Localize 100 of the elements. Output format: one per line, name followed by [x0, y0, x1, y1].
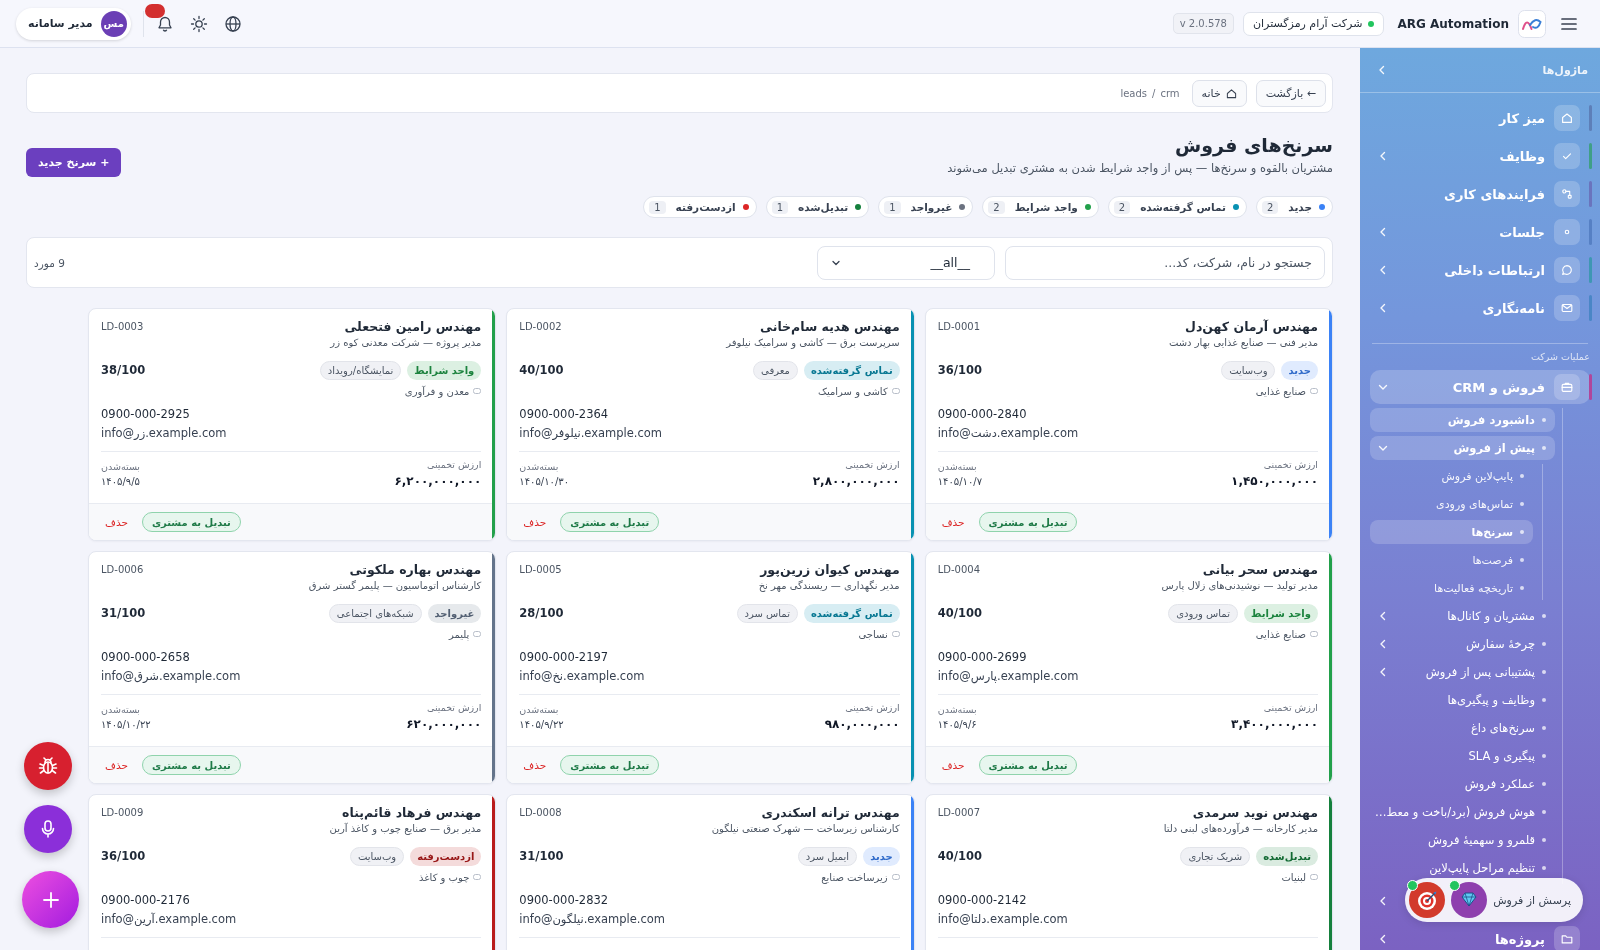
source-tag: وب‌سایت [1221, 360, 1276, 380]
breadcrumb-link[interactable]: crm [1160, 87, 1180, 99]
sidebar-subitem[interactable]: چرخهٔ سفارش [1370, 632, 1555, 656]
phone-number: 0900-000-2176 [101, 892, 190, 909]
sidebar-subitem[interactable]: پایپ‌لاین فروش [1370, 464, 1533, 488]
chevron-icon[interactable] [1378, 382, 1388, 392]
chevron-icon[interactable] [1378, 667, 1388, 677]
delete-link[interactable]: حذف [941, 516, 965, 528]
sun-icon[interactable] [189, 14, 208, 33]
lead-role: مدیر برق — صنایع چوب و کاغذ آرین [329, 823, 482, 834]
sidebar-item[interactable]: فرایندهای کاری [1370, 177, 1590, 211]
sidebar-subitem[interactable]: وظایف و پیگیری‌ها [1370, 688, 1555, 712]
sidebar-subitem[interactable]: مشتریان و کانال‌ها [1370, 604, 1555, 628]
user-menu[interactable]: مس مدیر سامانه [16, 7, 131, 40]
chevron-icon[interactable] [1378, 896, 1388, 906]
status-tag: تماس گرفته‌شده [803, 360, 900, 380]
lead-score: 36/100 [101, 849, 146, 863]
sidebar-item[interactable]: میز کار [1370, 101, 1590, 135]
lead-role: مدیر تولید — نوشیدنی‌های زلال پارس [1161, 580, 1318, 591]
convert-button[interactable]: تبدیل به مشتری [141, 755, 241, 775]
microphone-button[interactable] [24, 805, 72, 853]
sidebar-subitem[interactable]: فرصت‌ها [1370, 548, 1533, 572]
bullet-icon [1542, 642, 1546, 646]
convert-button[interactable]: تبدیل به مشتری [560, 755, 660, 775]
sidebar-subitem[interactable]: هوش فروش (برد/باخت و معط… [1370, 800, 1555, 824]
chevron-icon[interactable] [1378, 611, 1388, 621]
lead-score: 28/100 [519, 606, 564, 620]
sidebar-subitem[interactable]: تنظیم مراحل پایپ‌لاین [1370, 856, 1555, 880]
bug-report-button[interactable] [24, 742, 72, 790]
status-tag: واجد شرایط [1243, 603, 1318, 623]
chevron-icon[interactable] [1378, 265, 1388, 275]
phone-number: 0900-000-2658 [101, 649, 190, 666]
status-tag: تماس گرفته‌شده [803, 603, 900, 623]
chevron-icon[interactable] [1377, 65, 1387, 75]
ask-sales-button[interactable]: پرسش از فروش [1405, 878, 1583, 922]
sidebar-item[interactable]: پروژه‌ها [1370, 922, 1590, 950]
sidebar-item[interactable]: جلسات [1370, 215, 1590, 249]
sidebar-subitem[interactable]: سرنخ‌های داغ [1370, 716, 1555, 740]
breadcrumb-separator: / [1152, 87, 1156, 99]
industry-label: نساجی [858, 628, 888, 640]
chip-count: 1 [649, 200, 666, 214]
delete-link[interactable]: حذف [105, 516, 128, 528]
bell-icon[interactable] [155, 14, 174, 33]
sidebar-subitem[interactable]: سرنخ‌ها [1370, 520, 1533, 544]
status-tag: جدید [1281, 360, 1318, 380]
status-select[interactable]: __all__ [817, 245, 995, 280]
globe-icon[interactable] [223, 14, 242, 33]
convert-button[interactable]: تبدیل به مشتری [141, 512, 241, 532]
convert-button[interactable]: تبدیل به مشتری [560, 512, 660, 532]
chevron-icon[interactable] [1378, 303, 1388, 313]
close-date: ۱۴۰۵/۱۰/۷ [937, 475, 982, 489]
chevron-icon[interactable] [1378, 639, 1388, 649]
chevron-icon[interactable] [1378, 934, 1388, 944]
sidebar-subitem[interactable]: قلمرو و سهمیهٔ فروش [1370, 828, 1555, 852]
lead-name: مهندس هدیه سام‌خانی [760, 318, 900, 334]
new-lead-button[interactable]: + سرنخ جدید [26, 148, 122, 177]
chevron-icon[interactable] [1378, 443, 1388, 453]
chevron-icon[interactable] [1378, 151, 1388, 161]
back-button[interactable]: ← بازگشت [1255, 79, 1326, 107]
lead-name: مهندس نوید سرمدی [1192, 804, 1318, 820]
sidebar-subitem[interactable]: داشبورد فروش [1370, 408, 1555, 432]
chevron-icon[interactable] [1378, 227, 1388, 237]
home-button[interactable]: خانه [1191, 79, 1247, 107]
sidebar-subitem[interactable]: پیش از فروش [1370, 436, 1555, 460]
delete-link[interactable]: حذف [523, 516, 547, 528]
lead-code: LD-0003 [101, 320, 144, 332]
lead-code: LD-0005 [519, 563, 562, 575]
status-tag: واجد شرایط [407, 360, 482, 380]
phone-number: 0900-000-2197 [519, 649, 609, 666]
sidebar-subitem[interactable]: تاریخچه فعالیت‌ها [1370, 576, 1533, 600]
sidebar-item[interactable]: ارتباطات داخلی [1370, 253, 1590, 287]
delete-link[interactable]: حذف [523, 759, 547, 771]
sidebar-subitem[interactable]: پشتیبانی پس از فروش [1370, 660, 1555, 684]
sidebar-subitem[interactable]: تماس‌های ورودی [1370, 492, 1533, 516]
source-tag: شریک تجاری [1180, 846, 1251, 866]
bullet-icon [1542, 838, 1546, 842]
lead-name: مهندس آرمان کهن‌دل [1185, 318, 1318, 334]
sidebar-subitem[interactable]: عملکرد فروش [1370, 772, 1555, 796]
bullet-icon [1520, 474, 1524, 478]
lead-score: 40/100 [937, 606, 982, 620]
convert-button[interactable]: تبدیل به مشتری [978, 512, 1078, 532]
delete-link[interactable]: حذف [105, 759, 128, 771]
bullet-icon [1542, 754, 1546, 758]
close-date: ۱۴۰۵/۹/۲۲ [519, 718, 564, 732]
lead-name: مهندس رامین فتحعلی [344, 318, 482, 334]
search-field[interactable]: جستجو در نام، شرکت، کد... [1005, 245, 1325, 280]
section-title: عملیات شرکت [1530, 351, 1590, 363]
sidebar-subitem[interactable]: پیگیری و SLA [1370, 744, 1555, 768]
company-selector[interactable]: شرکت آرام رمزگستران [1243, 11, 1385, 36]
delete-link[interactable]: حذف [941, 759, 965, 771]
convert-button[interactable]: تبدیل به مشتری [978, 755, 1078, 775]
email-address: info@نیلگون.example.com [519, 911, 665, 928]
lead-name: مهندس ترانه اسکندری [761, 804, 900, 820]
sidebar-item[interactable]: وظایف [1370, 139, 1590, 173]
close-date: ۱۴۰۵/۹/۶ [937, 718, 977, 732]
lead-code: LD-0004 [937, 563, 980, 575]
sidebar-item[interactable]: فروش و CRM [1370, 370, 1590, 404]
sidebar-item[interactable]: نامه‌نگاری [1370, 291, 1590, 325]
add-button[interactable] [22, 871, 79, 928]
bullet-icon [1520, 502, 1524, 506]
